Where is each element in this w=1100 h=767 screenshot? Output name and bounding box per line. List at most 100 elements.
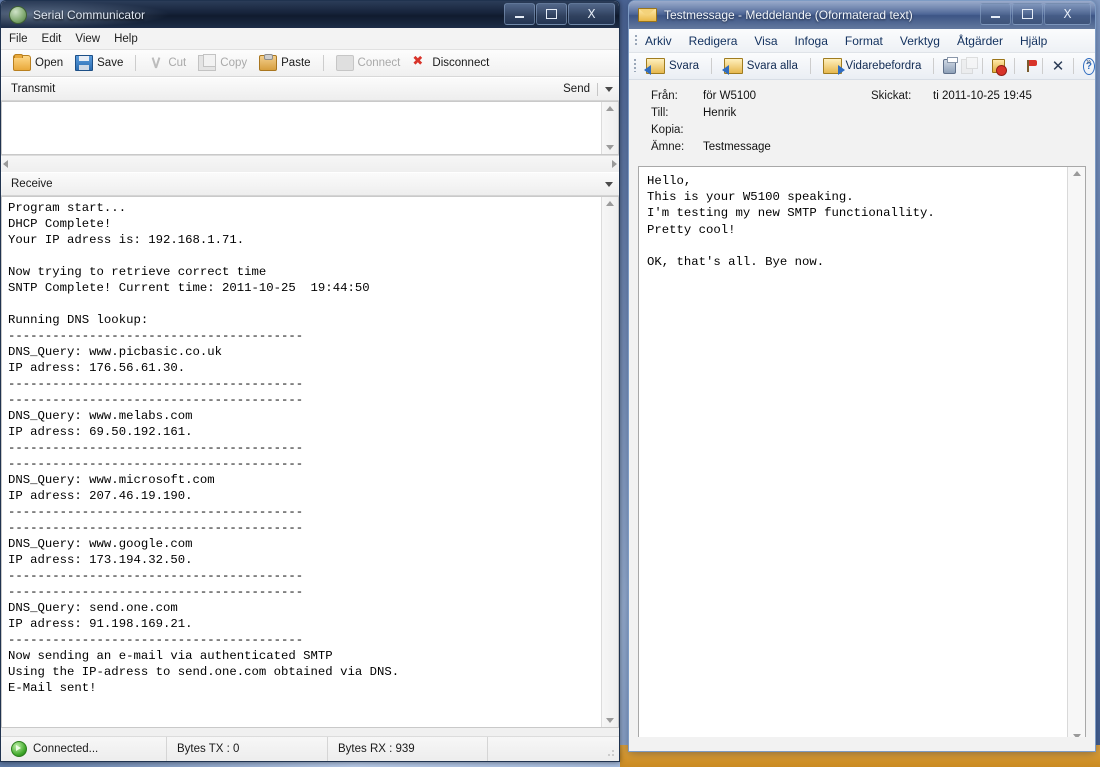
copy-icon [198,55,216,71]
close-button[interactable]: X [1044,3,1091,25]
menu-item-atgarder[interactable]: Åtgärder [957,34,1003,48]
transmit-horizontal-scrollbar[interactable] [1,155,619,172]
menu-item-arkiv[interactable]: Arkiv [645,34,672,48]
header-row-to: Till: Henrik [629,107,1095,124]
to-label: Till: [629,107,703,119]
from-value: för W5100 [703,90,871,102]
connect-label: Connect [358,57,401,69]
mail-toolbar-separator-4 [982,58,983,74]
reply-icon [646,58,665,74]
print-icon[interactable] [943,59,956,74]
send-button[interactable]: Send [563,83,590,95]
disconnect-label: Disconnect [432,57,489,69]
menu-item-format[interactable]: Format [845,34,883,48]
status-empty-cell [488,737,619,761]
to-value: Henrik [703,107,853,119]
reply-all-button[interactable]: Svara alla [721,57,801,75]
maximize-button[interactable] [536,3,567,25]
mail-message-window[interactable]: Testmessage - Meddelande (Oformaterad te… [628,0,1096,752]
mail-window-title: Testmessage - Meddelande (Oformaterad te… [664,8,913,22]
mail-header-fields: Från: för W5100 Skickat: ti 2011-10-25 1… [629,80,1095,166]
forward-button[interactable]: Vidarebefordra [820,57,925,75]
toolbar-separator [135,55,136,71]
toolbar-overflow-icon[interactable]: » [1086,57,1091,65]
app-circle-icon [9,6,27,24]
serial-toolbar[interactable]: Open Save Cut Copy Paste Connect Disconn… [1,50,619,77]
delete-x-icon[interactable]: ✕ [1052,59,1065,74]
serial-menubar[interactable]: File Edit View Help [1,28,619,50]
reply-button[interactable]: Svara [643,57,702,75]
send-separator [597,83,598,96]
scroll-up-icon[interactable] [1073,171,1081,176]
transmit-vertical-scrollbar[interactable] [601,102,618,154]
receive-textarea[interactable]: Program start... DHCP Complete! Your IP … [1,196,619,728]
folder-open-icon [13,55,31,71]
scroll-right-icon[interactable] [612,160,617,168]
menu-item-hjalp[interactable]: Hjälp [1020,34,1047,48]
cut-label: Cut [168,57,186,69]
mail-window-controls[interactable]: X [979,3,1091,25]
menu-item-verktyg[interactable]: Verktyg [900,34,940,48]
minimize-button[interactable] [504,3,535,25]
serial-statusbar: Connected... Bytes TX : 0 Bytes RX : 939 [1,736,619,761]
flag-icon[interactable] [1024,59,1033,73]
copy-label: Copy [220,57,247,69]
open-label: Open [35,57,63,69]
status-bytes-tx: Bytes TX : 0 [167,737,328,761]
save-button[interactable]: Save [71,54,127,72]
header-row-subject: Ämne: Testmessage [629,141,1095,158]
menu-item-redigera[interactable]: Redigera [689,34,738,48]
copy-button: Copy [194,54,251,72]
send-chevron-down-icon[interactable] [605,87,613,92]
open-button[interactable]: Open [9,54,67,72]
mail-menubar[interactable]: Arkiv Redigera Visa Infoga Format Verkty… [629,29,1095,53]
reply-label: Svara [669,60,699,72]
reply-all-label: Svara alla [747,60,798,72]
block-sender-icon[interactable] [992,59,1005,73]
sent-label: Skickat: [871,90,933,102]
transmit-textarea[interactable] [1,101,619,155]
scroll-up-icon[interactable] [606,106,614,111]
mail-body-pane[interactable]: Hello, This is your W5100 speaking. I'm … [638,166,1086,744]
scroll-down-icon[interactable] [606,718,614,723]
mail-vertical-scrollbar[interactable] [1067,167,1085,743]
serial-window-controls[interactable]: X [503,3,615,25]
scroll-left-icon[interactable] [3,160,8,168]
serial-communicator-window[interactable]: Serial Communicator X File Edit View Hel… [0,0,620,762]
menu-item-help[interactable]: Help [114,33,138,45]
disconnect-button[interactable]: Disconnect [408,55,493,71]
transmit-title: Transmit [11,83,55,95]
mail-toolbar-separator-6 [1042,58,1043,74]
menu-item-infoga[interactable]: Infoga [795,34,828,48]
serial-window-title: Serial Communicator [33,8,145,22]
resize-grip[interactable] [604,746,616,758]
menu-item-edit[interactable]: Edit [42,33,62,45]
minimize-button[interactable] [980,3,1011,25]
scissors-icon [148,56,164,70]
serial-titlebar[interactable]: Serial Communicator X [1,1,619,28]
menu-item-visa[interactable]: Visa [754,34,777,48]
paste-button[interactable]: Paste [255,54,314,72]
mail-titlebar[interactable]: Testmessage - Meddelande (Oformaterad te… [629,1,1095,29]
close-button[interactable]: X [568,3,615,25]
status-connection: Connected... [1,737,167,761]
receive-chevron-down-icon[interactable] [605,182,613,187]
receive-text: Program start... DHCP Complete! Your IP … [8,200,600,727]
toolbar-separator-2 [323,55,324,71]
cc-label: Kopia: [629,124,703,136]
menu-item-file[interactable]: File [9,33,28,45]
maximize-button[interactable] [1012,3,1043,25]
sent-value: ti 2011-10-25 19:45 [933,90,1032,102]
red-x-icon [412,56,428,70]
mail-toolbar-separator-7 [1073,58,1074,74]
scroll-up-icon[interactable] [606,201,614,206]
receive-title: Receive [11,178,53,190]
header-row-from: Från: för W5100 Skickat: ti 2011-10-25 1… [629,90,1095,107]
receive-vertical-scrollbar[interactable] [601,197,618,727]
mail-toolbar[interactable]: Svara Svara alla Vidarebefordra ✕ ? » [629,53,1095,80]
menu-item-view[interactable]: View [75,33,100,45]
scroll-down-icon[interactable] [606,145,614,150]
paste-label: Paste [281,57,310,69]
bytes-tx-label: Bytes TX : 0 [177,743,239,755]
save-label: Save [97,57,123,69]
